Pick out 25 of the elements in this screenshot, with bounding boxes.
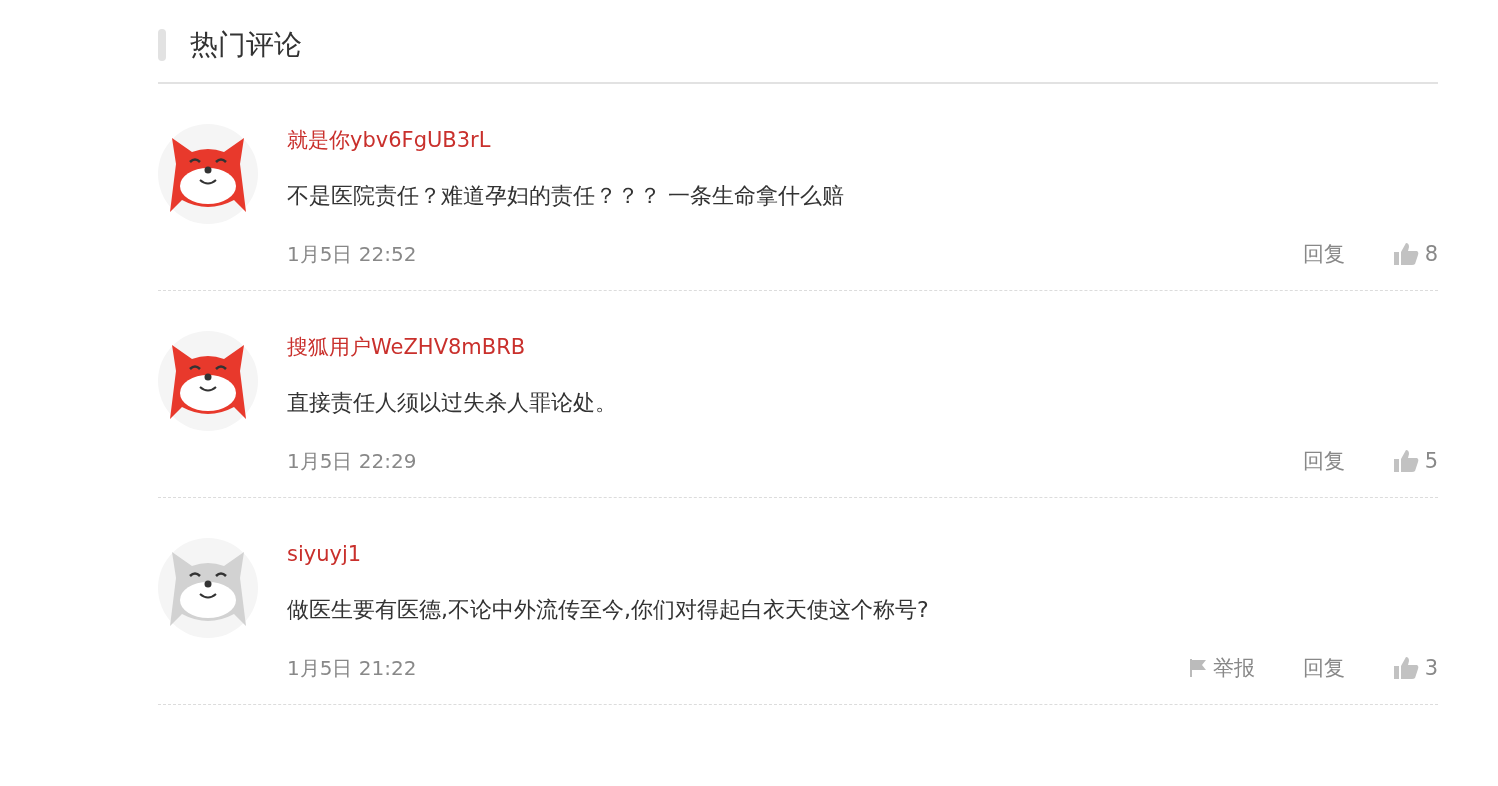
username: siyuyj1: [287, 541, 362, 568]
reply-link[interactable]: 回复: [1302, 654, 1345, 682]
thumbs-up-icon: [1392, 242, 1419, 266]
like-button[interactable]: 8: [1392, 242, 1438, 266]
flag-icon: [1188, 658, 1207, 678]
section-title: 热门评论: [190, 27, 302, 63]
comment-text: 做医生要有医德,不论中外流传至今,你们对得起白衣天使这个称号?: [287, 596, 930, 624]
like-button[interactable]: 3: [1392, 656, 1438, 680]
thumbs-up-icon: [1392, 656, 1419, 680]
avatar-icon: [158, 124, 258, 224]
reply-link[interactable]: 回复: [1302, 447, 1345, 475]
title-accent-bar: [158, 29, 166, 61]
username: 就是你ybv6FgUB3rL: [287, 127, 491, 154]
report-link[interactable]: 举报: [1188, 654, 1255, 682]
comment-time: 1月5日 22:29: [287, 447, 418, 475]
reply-link[interactable]: 回复: [1302, 240, 1345, 268]
comment-text: 不是医院责任？难道孕妇的责任？？？ 一条生命拿什么赔: [287, 182, 845, 210]
comment-time: 1月5日 21:22: [287, 654, 418, 682]
avatar-icon: [158, 331, 258, 431]
avatar-icon: [158, 538, 258, 638]
comment-text: 直接责任人须以过失杀人罪论处。: [287, 389, 618, 417]
username: 搜狐用户WeZHV8mBRB: [287, 334, 526, 361]
thumbs-up-icon: [1392, 449, 1419, 473]
comment-time: 1月5日 22:52: [287, 240, 418, 268]
like-button[interactable]: 5: [1392, 449, 1438, 473]
